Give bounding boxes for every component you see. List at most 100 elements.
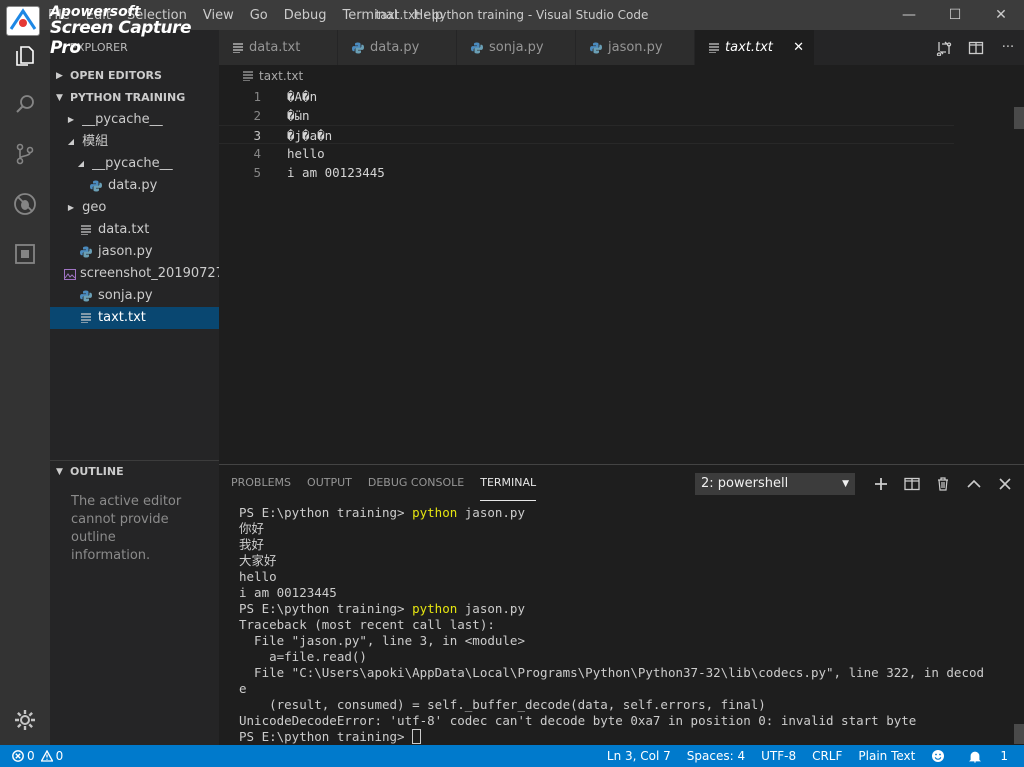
more-actions-icon[interactable]: ··· xyxy=(992,40,1024,55)
tree-item-label: __pycache__ xyxy=(82,112,163,127)
explorer-icon[interactable] xyxy=(0,32,50,80)
tree-item[interactable]: data.txt xyxy=(50,219,219,241)
tab-label: data.py xyxy=(370,40,420,55)
tree-item-label: 模組 xyxy=(82,134,109,149)
terminal-scrollbar[interactable] xyxy=(1014,724,1024,744)
line-number: 4 xyxy=(253,146,261,161)
cursor-position[interactable]: Ln 3, Col 7 xyxy=(599,749,679,763)
notification-count: 1 xyxy=(1000,749,1008,763)
close-window-button[interactable]: ✕ xyxy=(978,0,1024,30)
close-tab-icon[interactable]: ✕ xyxy=(793,40,804,55)
maximize-button[interactable]: ☐ xyxy=(932,0,978,30)
chevron-down-icon: ◢ xyxy=(77,159,85,168)
terminal-command: python xyxy=(412,505,458,520)
end-of-line[interactable]: CRLF xyxy=(804,749,850,763)
apowersoft-logo-icon xyxy=(6,6,40,36)
menu-item-help[interactable]: Help xyxy=(405,8,451,23)
tree-item-label: __pycache__ xyxy=(92,156,173,171)
workspace-label: PYTHON TRAINING xyxy=(70,91,186,104)
editor-actions: ··· xyxy=(928,30,1024,65)
line-number: 2 xyxy=(253,108,261,123)
open-editors-section[interactable]: ▶ OPEN EDITORS xyxy=(50,65,219,87)
editor-scrollbar[interactable] xyxy=(1014,107,1024,129)
code-line[interactable]: 4 hello xyxy=(219,144,954,163)
terminal-line: PS E:\python training> python jason.py xyxy=(239,505,1019,521)
warning-count: 0 xyxy=(55,749,64,763)
minimize-button[interactable]: — xyxy=(886,0,932,30)
breadcrumb-file[interactable]: taxt.txt xyxy=(259,65,303,87)
problems-status[interactable]: 0 0 xyxy=(0,749,63,763)
extensions-icon[interactable] xyxy=(0,230,50,278)
panel-tab-problems[interactable]: PROBLEMS xyxy=(231,465,291,501)
trash-icon[interactable] xyxy=(927,473,958,495)
split-editor-icon[interactable] xyxy=(960,40,992,56)
code-line[interactable]: 5 i am 00123445 xyxy=(219,163,954,182)
terminal-select-value: 2: powershell xyxy=(701,476,789,491)
debug-icon[interactable] xyxy=(0,180,50,228)
tree-item[interactable]: taxt.txt xyxy=(50,307,219,329)
menu-item-go[interactable]: Go xyxy=(242,8,276,23)
source-control-icon[interactable] xyxy=(0,130,50,178)
code-line[interactable]: 2 �ӹn xyxy=(219,106,954,125)
terminal-output[interactable]: PS E:\python training> python jason.py 你好… xyxy=(239,505,1019,745)
tree-item[interactable]: data.py xyxy=(50,175,219,197)
error-icon xyxy=(12,750,24,762)
tree-item[interactable]: ◢ __pycache__ xyxy=(50,153,219,175)
text-file-icon xyxy=(78,225,94,235)
editor-tab[interactable]: sonja.py xyxy=(457,30,576,65)
language-mode[interactable]: Plain Text xyxy=(850,749,923,763)
chevron-down-icon: ▼ xyxy=(56,93,63,103)
terminal-select[interactable]: 2: powershell ▼ xyxy=(695,473,855,495)
panel-tab-output[interactable]: OUTPUT xyxy=(307,465,352,501)
line-text: �j�a�n xyxy=(287,128,333,143)
open-changes-icon[interactable] xyxy=(928,40,960,56)
indentation[interactable]: Spaces: 4 xyxy=(679,749,753,763)
tree-item[interactable]: ▶ __pycache__ xyxy=(50,109,219,131)
chevron-down-icon: ◢ xyxy=(67,137,75,146)
tree-item[interactable]: ◢ 模組 xyxy=(50,131,219,153)
bottom-panel: PROBLEMS OUTPUT DEBUG CONSOLE TERMINAL 2: p… xyxy=(219,464,1024,745)
feedback-smiley-icon[interactable] xyxy=(923,749,953,763)
code-editor[interactable]: 1 �A�n 2 �ӹn 3 �j�a�n 4 hello 5 i am 00123445 xyxy=(219,87,1024,464)
image-file-icon xyxy=(64,268,76,280)
maximize-panel-icon[interactable] xyxy=(958,473,989,495)
chevron-down-icon: ▼ xyxy=(842,479,849,489)
code-line[interactable]: 3 �j�a�n xyxy=(219,125,954,144)
menu-item-terminal[interactable]: Terminal xyxy=(335,8,406,23)
split-terminal-icon[interactable] xyxy=(896,473,927,495)
outline-section[interactable]: ▼ OUTLINE xyxy=(50,461,219,483)
menu-item-debug[interactable]: Debug xyxy=(276,8,335,23)
terminal-line: 我好 xyxy=(239,537,265,552)
terminal-prompt: PS E:\python training> xyxy=(239,505,413,520)
workspace-section[interactable]: ▼ PYTHON TRAINING xyxy=(50,87,219,109)
close-panel-icon[interactable] xyxy=(989,473,1020,495)
editor-tab[interactable]: data.py xyxy=(338,30,457,65)
panel-tab-debug-console[interactable]: DEBUG CONSOLE xyxy=(368,465,464,501)
tree-item[interactable]: jason.py xyxy=(50,241,219,263)
tree-item[interactable]: ▶ geo xyxy=(50,197,219,219)
editor-tab-bar: data.txt data.py sonja.py jason.py taxt.txt ✕… xyxy=(219,30,1024,65)
text-file-icon xyxy=(243,71,253,81)
tree-item[interactable]: sonja.py xyxy=(50,285,219,307)
notifications[interactable]: 1 xyxy=(953,749,1024,763)
panel-tab-terminal[interactable]: TERMINAL xyxy=(480,465,537,501)
window-controls: — ☐ ✕ xyxy=(886,0,1024,30)
tree-item[interactable]: screenshot_20190727... xyxy=(50,263,219,285)
editor-tab[interactable]: data.txt xyxy=(219,30,338,65)
editor-tab[interactable]: taxt.txt ✕ xyxy=(695,30,815,65)
breadcrumb[interactable]: taxt.txt xyxy=(219,65,1024,87)
tree-item-label: jason.py xyxy=(98,244,153,259)
new-terminal-icon[interactable] xyxy=(865,473,896,495)
tree-item-label: data.txt xyxy=(98,222,150,237)
tab-label: data.txt xyxy=(249,40,301,55)
python-file-icon xyxy=(78,290,94,302)
encoding[interactable]: UTF-8 xyxy=(753,749,804,763)
terminal-line: i am 00123445 xyxy=(239,585,337,600)
code-line[interactable]: 1 �A�n xyxy=(219,87,954,106)
search-icon[interactable] xyxy=(0,80,50,128)
activity-bar xyxy=(0,30,50,745)
terminal-prompt: PS E:\python training> xyxy=(239,601,413,616)
settings-gear-icon[interactable] xyxy=(0,696,50,744)
editor-tab[interactable]: jason.py xyxy=(576,30,695,65)
terminal-line: UnicodeDecodeError: 'utf-8' codec can't … xyxy=(239,713,917,728)
